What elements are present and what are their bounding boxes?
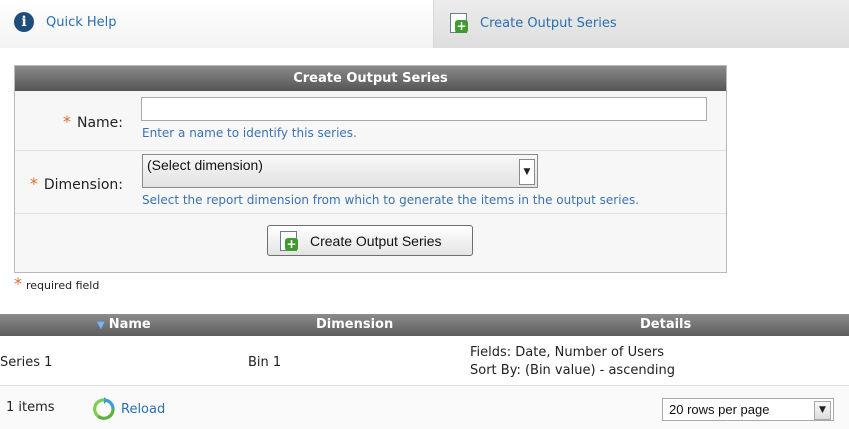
create-output-series-button-label: Create Output Series [310,232,442,249]
series-table-header: ▼ Name Dimension Details [0,314,849,336]
sort-descending-icon: ▼ [97,320,105,331]
toolbar-left: i Quick Help [0,0,433,48]
cell-details: Fields: Date, Number of Users Sort By: (… [470,344,675,380]
create-output-series-tab-label: Create Output Series [480,15,617,31]
required-marker: * [29,174,38,193]
items-count: 1 items [6,400,55,415]
table-row[interactable]: Series 1 Bin 1 Fields: Date, Number of U… [0,336,849,386]
submit-row: + Create Output Series [15,214,726,272]
dimension-select[interactable]: (Select dimension) ▼ [142,154,538,188]
dimension-row: * Dimension: (Select dimension) ▼ Select … [15,151,726,214]
details-fields: Fields: Date, Number of Users [470,345,665,360]
chevron-down-icon[interactable]: ▼ [814,401,831,420]
details-sort: Sort By: (Bin value) - ascending [470,363,675,378]
chevron-down-icon[interactable]: ▼ [519,159,535,185]
info-icon: i [14,12,34,32]
cell-dimension: Bin 1 [248,355,282,370]
rows-per-page-select[interactable]: 20 rows per page ▼ [662,398,834,421]
reload-link[interactable]: Reload [92,397,165,421]
column-header-dimension[interactable]: Dimension [316,317,393,332]
create-output-series-button[interactable]: + Create Output Series [267,225,473,256]
name-label: * Name: [62,112,123,131]
reload-icon [93,397,115,420]
required-field-note: * required field [14,274,100,293]
add-page-icon: + [448,12,470,34]
required-marker: * [14,274,22,293]
rows-per-page-value: 20 rows per page [669,402,770,417]
top-toolbar: i Quick Help + Create Output Series [0,0,849,48]
quick-help-link[interactable]: i Quick Help [14,12,117,32]
cell-series-name: Series 1 [0,355,53,370]
name-row: * Name: Enter a name to identify this ser… [15,92,726,151]
toolbar-right: + Create Output Series [433,0,849,48]
dimension-select-value: (Select dimension) [147,157,263,173]
column-header-details[interactable]: Details [640,317,691,332]
table-footer: 1 items Reload 20 rows per page ▼ [0,386,849,429]
dimension-hint: Select the report dimension from which t… [142,193,640,207]
name-input[interactable] [141,97,707,121]
create-output-series-panel: Create Output Series * Name: Enter a name… [14,65,727,273]
name-hint: Enter a name to identify this series. [142,126,357,140]
required-marker: * [62,112,71,131]
add-page-icon: + [278,230,300,252]
dimension-label: * Dimension: [29,174,123,193]
panel-title: Create Output Series [15,66,726,91]
reload-label: Reload [121,401,166,417]
quick-help-label: Quick Help [46,14,117,30]
create-output-series-tab[interactable]: + Create Output Series [448,12,617,34]
column-header-name[interactable]: ▼ Name [97,317,151,332]
